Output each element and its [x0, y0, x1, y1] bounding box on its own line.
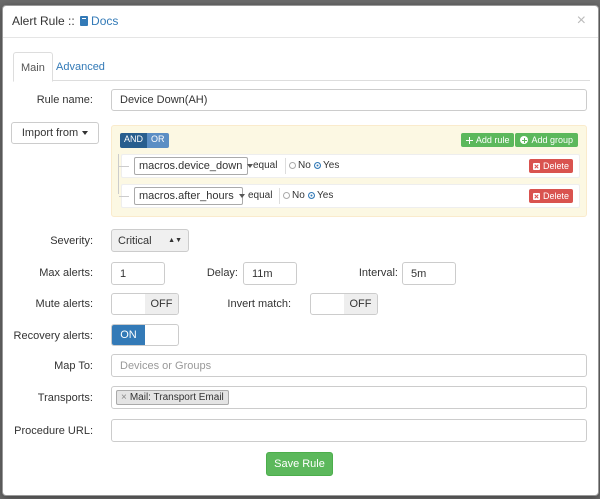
toggle-off-label: OFF: [145, 294, 178, 314]
divider: [285, 158, 286, 174]
delay-label: Delay:: [206, 267, 238, 279]
and-button[interactable]: AND: [120, 133, 148, 148]
map-to-label: Map To:: [54, 360, 93, 372]
caret-down-icon: [82, 131, 89, 135]
save-rule-button[interactable]: Save Rule: [266, 452, 333, 476]
rule-connector-line: [118, 154, 119, 194]
docs-link[interactable]: Docs: [91, 14, 118, 28]
add-rule-label: Add rule: [475, 135, 510, 145]
transports-label: Transports:: [37, 392, 93, 404]
toggle-handle: [145, 325, 178, 345]
toggle-on-label: ON: [112, 325, 145, 345]
procedure-url-input[interactable]: [111, 419, 587, 442]
delete-label: Delete: [542, 161, 569, 171]
modal-title: Alert Rule :: Docs: [12, 14, 118, 28]
max-alerts-label: Max alerts:: [39, 267, 93, 279]
rule-name-input[interactable]: Device Down(AH): [111, 89, 587, 111]
delay-value: 11m: [252, 267, 273, 280]
add-group-button[interactable]: Add group: [515, 133, 578, 147]
alert-rule-modal: Alert Rule :: Docs × Main Advanced Rule …: [2, 5, 599, 496]
interval-value: 5m: [411, 267, 427, 280]
max-alerts-input[interactable]: 1: [111, 262, 165, 285]
interval-input[interactable]: 5m: [402, 262, 456, 285]
map-to-input[interactable]: Devices or Groups: [111, 354, 587, 377]
radio-no[interactable]: [289, 162, 296, 169]
recovery-alerts-label: Recovery alerts:: [13, 330, 93, 342]
rule-field-value: macros.after_hours: [139, 190, 234, 202]
or-button[interactable]: OR: [147, 133, 169, 148]
x-icon: [532, 192, 540, 200]
mute-alerts-label: Mute alerts:: [35, 298, 93, 310]
delete-label: Delete: [542, 191, 569, 201]
radio-no-label: No: [292, 190, 305, 201]
remove-tag-icon[interactable]: ×: [121, 392, 127, 403]
transports-input[interactable]: × Mail: Transport Email: [111, 386, 587, 409]
query-builder: AND OR Add rule Add group macros.device_…: [111, 125, 587, 217]
rule-field-value: macros.device_down: [139, 160, 243, 172]
radio-no-label: No: [298, 160, 311, 171]
toggle-off-label: OFF: [344, 294, 377, 314]
delete-rule-button[interactable]: Delete: [528, 159, 573, 173]
rule-row: macros.after_hours equal No Yes Delete: [119, 184, 580, 208]
radio-no[interactable]: [283, 192, 290, 199]
divider: [279, 188, 280, 204]
severity-value: Critical: [118, 234, 152, 247]
mute-alerts-toggle[interactable]: OFF: [111, 293, 179, 315]
rule-field-select[interactable]: macros.after_hours: [134, 187, 245, 205]
updown-caret-icon: ▲▼: [168, 237, 182, 244]
transport-tag: × Mail: Transport Email: [116, 390, 229, 405]
and-or-toggle: AND OR: [120, 133, 169, 148]
x-icon: [532, 162, 540, 170]
add-group-label: Add group: [531, 135, 573, 145]
toggle-handle: [112, 294, 145, 314]
tab-bar: Main Advanced: [13, 52, 590, 82]
close-icon[interactable]: ×: [577, 12, 586, 30]
import-from-label: Import from: [21, 127, 79, 139]
max-alerts-value: 1: [120, 267, 127, 280]
delete-rule-button[interactable]: Delete: [528, 189, 573, 203]
recovery-alerts-toggle[interactable]: ON: [111, 324, 179, 346]
toggle-handle: [311, 294, 344, 314]
map-to-placeholder: Devices or Groups: [120, 359, 212, 372]
procedure-url-label: Procedure URL:: [14, 425, 93, 437]
plus-circle-icon: [520, 136, 529, 144]
book-icon: [80, 16, 89, 26]
title-text: Alert Rule ::: [12, 14, 75, 28]
rule-operator: equal: [253, 160, 278, 171]
severity-select[interactable]: Critical ▲▼: [111, 229, 189, 252]
rule-operator: equal: [248, 190, 273, 201]
invert-match-label: Invert match:: [227, 298, 291, 310]
modal-header: Alert Rule :: Docs ×: [3, 6, 598, 38]
transport-tag-label: Mail: Transport Email: [129, 392, 224, 403]
severity-label: Severity:: [50, 235, 93, 247]
caret-down-icon: [238, 194, 245, 198]
radio-yes-label: Yes: [317, 190, 334, 201]
rule-row: macros.device_down equal No Yes Delete: [119, 154, 580, 178]
invert-match-toggle[interactable]: OFF: [310, 293, 378, 315]
interval-label: Interval:: [358, 267, 398, 279]
add-rule-button[interactable]: Add rule: [460, 133, 515, 147]
tab-advanced[interactable]: Advanced: [49, 52, 112, 81]
radio-yes[interactable]: [308, 192, 315, 199]
add-buttons: Add rule Add group: [460, 133, 578, 147]
radio-yes[interactable]: [314, 162, 321, 169]
tab-main[interactable]: Main: [13, 52, 53, 82]
rule-name-value: Device Down(AH): [120, 94, 208, 106]
rule-name-label: Rule name:: [36, 94, 93, 106]
radio-yes-label: Yes: [323, 160, 340, 171]
rule-field-select[interactable]: macros.device_down: [134, 157, 254, 175]
import-from-button[interactable]: Import from: [11, 122, 99, 144]
delay-input[interactable]: 11m: [243, 262, 297, 285]
plus-icon: [465, 136, 473, 144]
